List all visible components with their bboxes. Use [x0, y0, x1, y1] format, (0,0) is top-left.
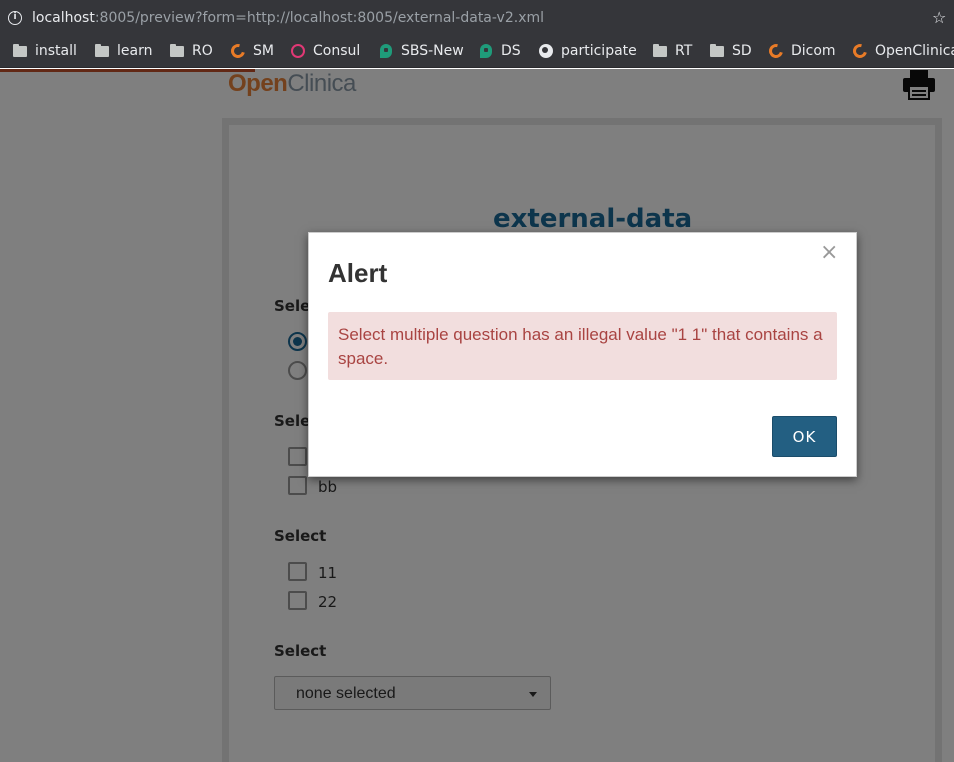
globe-icon [538, 43, 554, 59]
url-path: :8005/preview?form=http://localhost:8005… [94, 10, 545, 26]
folder-icon [94, 43, 110, 59]
bookmark-consul[interactable]: Consul [290, 43, 360, 59]
ok-button[interactable]: OK [772, 416, 837, 457]
error-message-text: Select multiple question has an illegal … [338, 325, 823, 368]
folder-icon [709, 43, 725, 59]
folder-icon [12, 43, 28, 59]
address-bar[interactable]: i localhost:8005/preview?form=http://loc… [0, 0, 954, 36]
error-message-box: Select multiple question has an illegal … [328, 312, 837, 380]
openclinica-icon [850, 41, 870, 61]
meet-icon [478, 43, 494, 59]
bookmark-sbs-new[interactable]: SBS-New [378, 43, 464, 59]
close-icon[interactable]: × [820, 240, 838, 265]
bookmark-ds[interactable]: DS [478, 43, 521, 59]
bookmark-learn[interactable]: learn [94, 43, 152, 59]
bookmark-install[interactable]: install [12, 43, 77, 59]
bookmark-sd[interactable]: SD [709, 43, 752, 59]
folder-icon [652, 43, 668, 59]
dialog-title: Alert [328, 258, 388, 288]
bookmark-openclinica[interactable]: OpenClinica [850, 41, 954, 61]
bookmarks-bar: install learn RO SM Consul SBS-New DS pa… [0, 36, 954, 68]
consul-icon [290, 43, 306, 59]
bookmark-star-icon[interactable]: ☆ [932, 8, 946, 27]
url-text[interactable]: localhost:8005/preview?form=http://local… [32, 10, 544, 26]
openclinica-icon [228, 41, 248, 61]
url-host: localhost [32, 10, 95, 26]
openclinica-icon [766, 41, 786, 61]
bookmark-rt[interactable]: RT [652, 43, 692, 59]
bookmark-ro[interactable]: RO [169, 43, 213, 59]
bookmark-participate[interactable]: participate [538, 43, 637, 59]
info-icon[interactable]: i [8, 11, 22, 25]
meet-icon [378, 43, 394, 59]
bookmark-dicom[interactable]: Dicom [766, 41, 836, 61]
folder-icon [169, 43, 185, 59]
bookmark-sm[interactable]: SM [228, 41, 274, 61]
